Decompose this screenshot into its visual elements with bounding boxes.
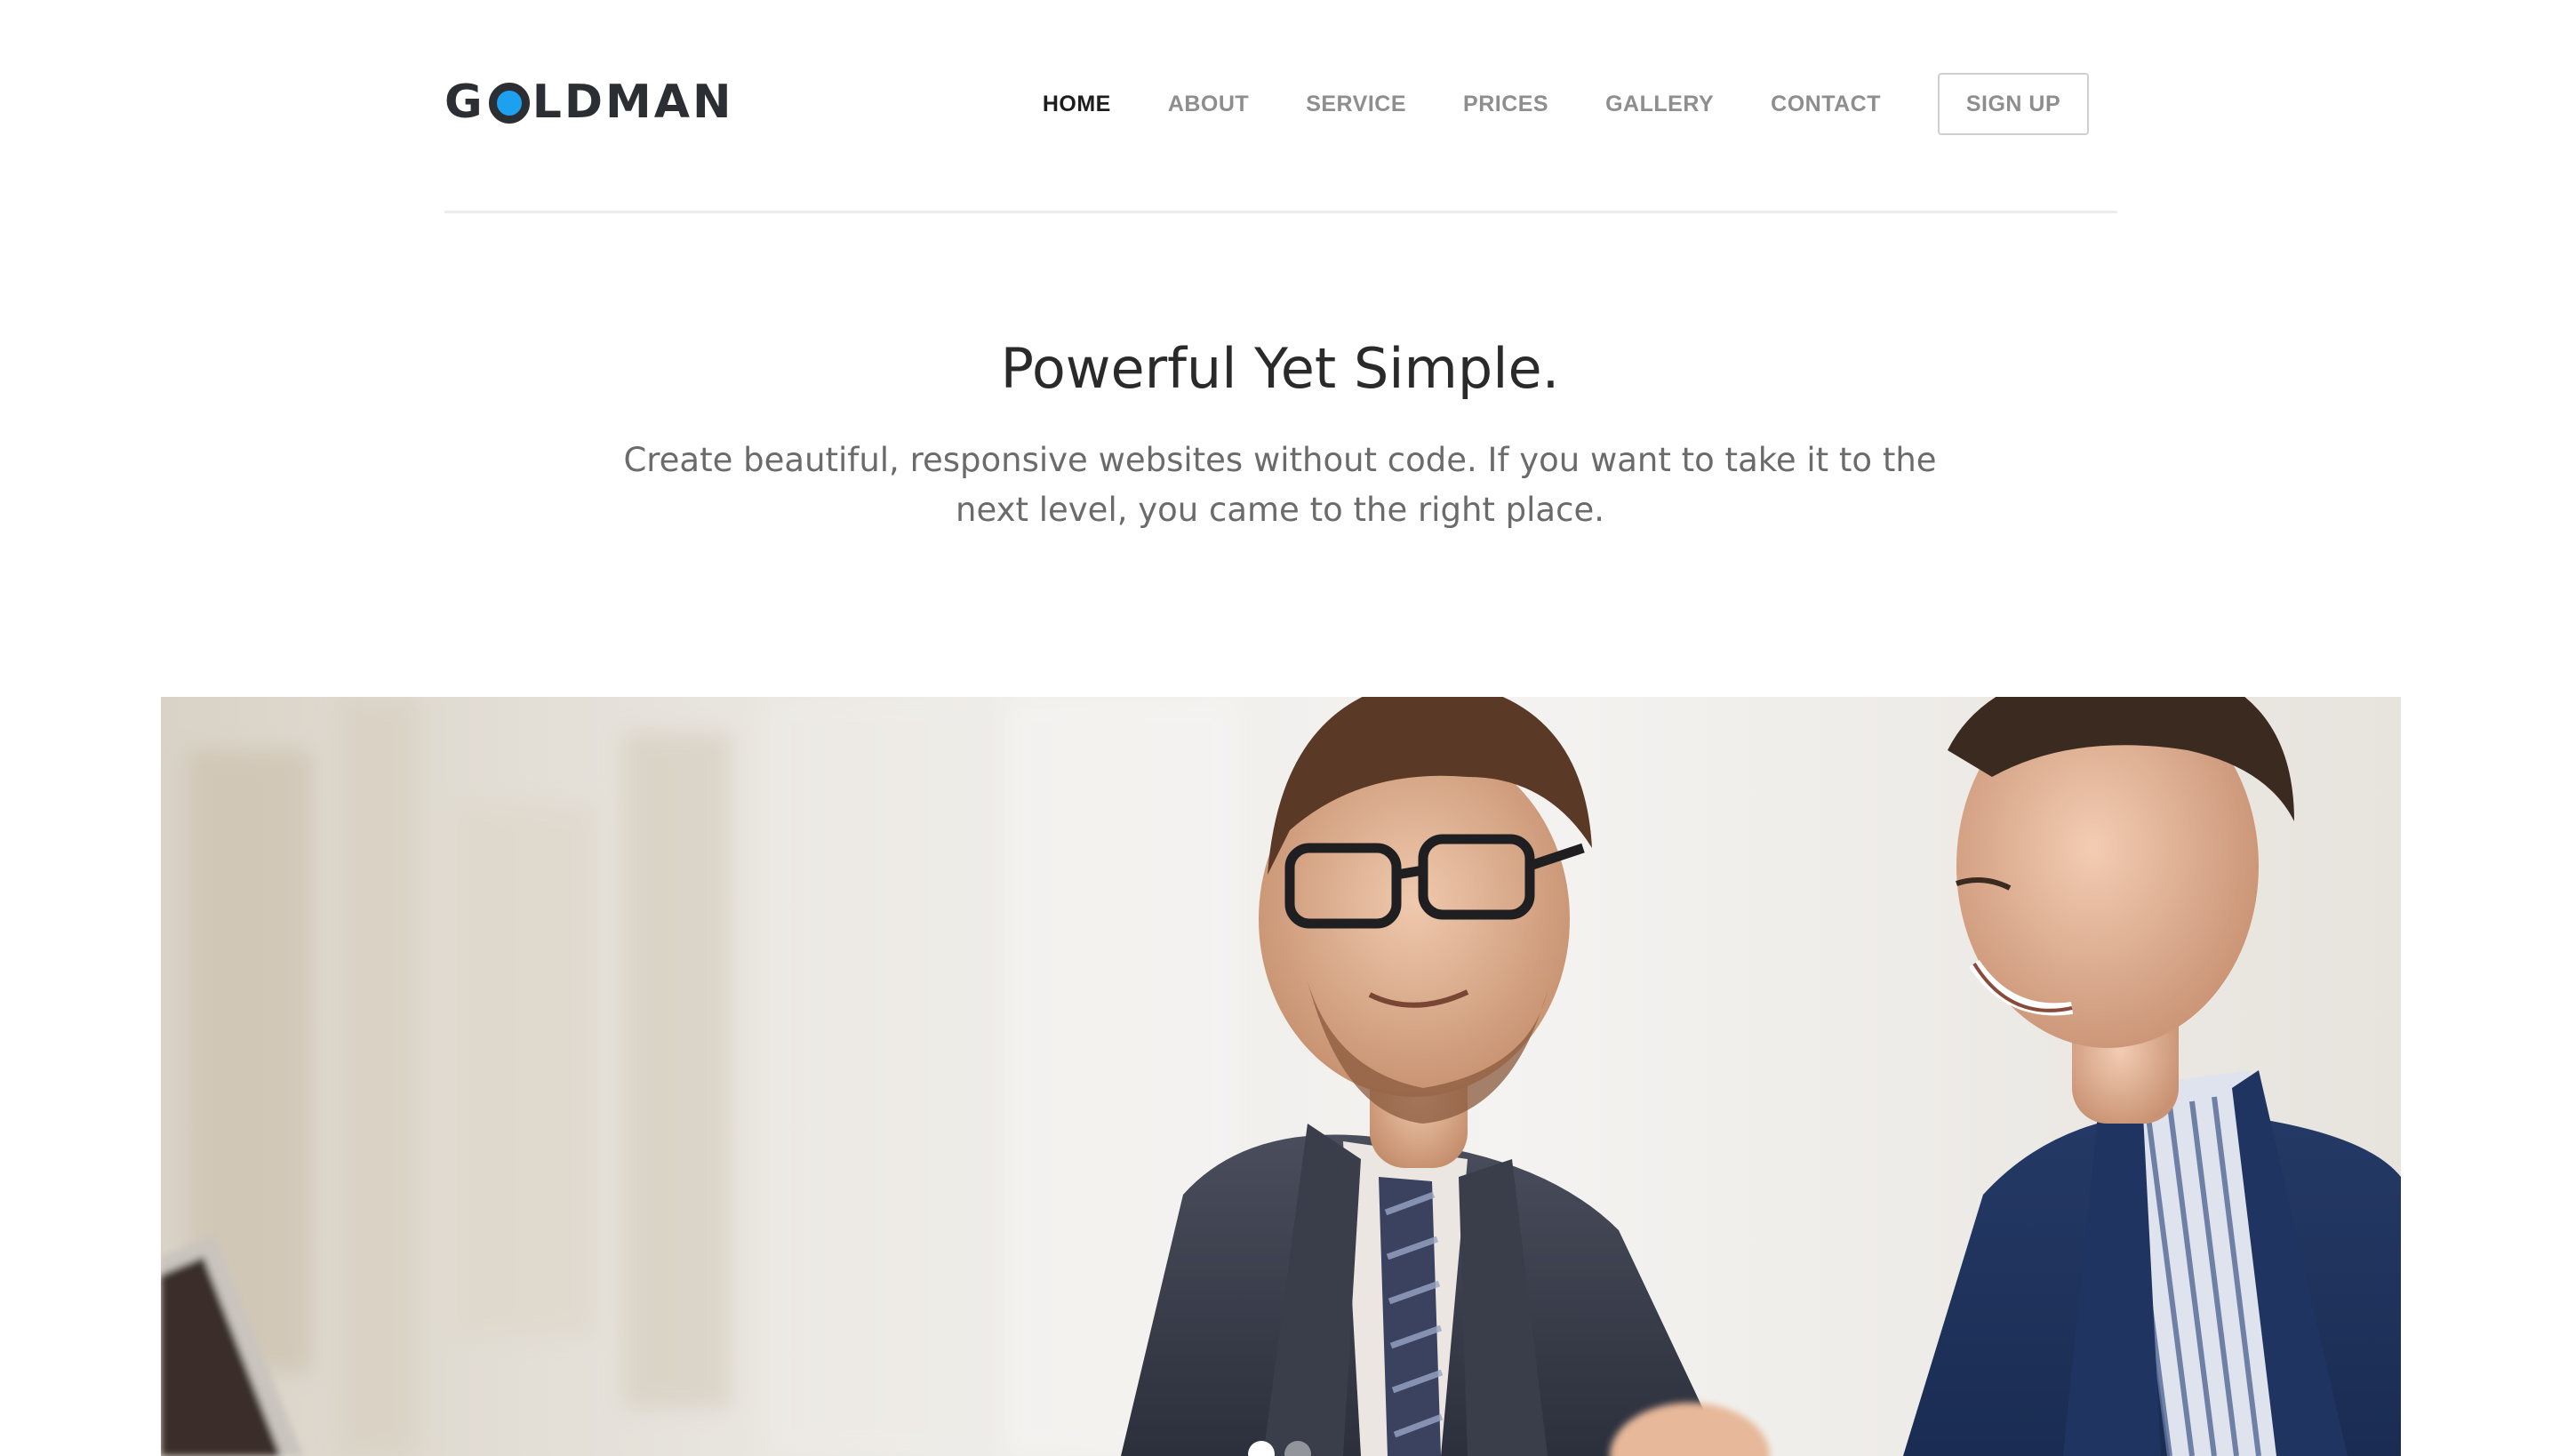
main-nav: HOME ABOUT SERVICE PRICES GALLERY CONTAC…: [1043, 73, 2089, 135]
nav-item-prices[interactable]: PRICES: [1463, 92, 1548, 117]
slider-dot-1[interactable]: [1248, 1441, 1275, 1456]
page: G LDMAN HOME ABOUT SERVICE PRICES GALLER…: [0, 0, 2560, 1456]
logo-text-end: LDMAN: [532, 76, 734, 129]
hero-slider[interactable]: [161, 697, 2401, 1456]
sign-up-button[interactable]: SIGN UP: [1938, 73, 2089, 135]
hero-subtitle: Create beautiful, responsive websites wi…: [623, 441, 1937, 529]
slider-dots: [1248, 1441, 1321, 1456]
businessmen-photo: [161, 697, 2401, 1456]
slider-dot-2[interactable]: [1284, 1441, 1311, 1456]
nav-item-gallery[interactable]: GALLERY: [1605, 92, 1714, 117]
nav-item-contact[interactable]: CONTACT: [1771, 92, 1881, 117]
nav-item-home[interactable]: HOME: [1043, 92, 1111, 117]
nav-item-about[interactable]: ABOUT: [1168, 92, 1249, 117]
site-header: G LDMAN HOME ABOUT SERVICE PRICES GALLER…: [444, 0, 2117, 213]
logo-o-mark-icon: [488, 83, 530, 124]
hero-title: Powerful Yet Simple.: [1000, 336, 1560, 401]
logo[interactable]: G LDMAN: [444, 71, 734, 133]
logo-text-start: G: [444, 76, 485, 129]
nav-item-service[interactable]: SERVICE: [1306, 92, 1406, 117]
